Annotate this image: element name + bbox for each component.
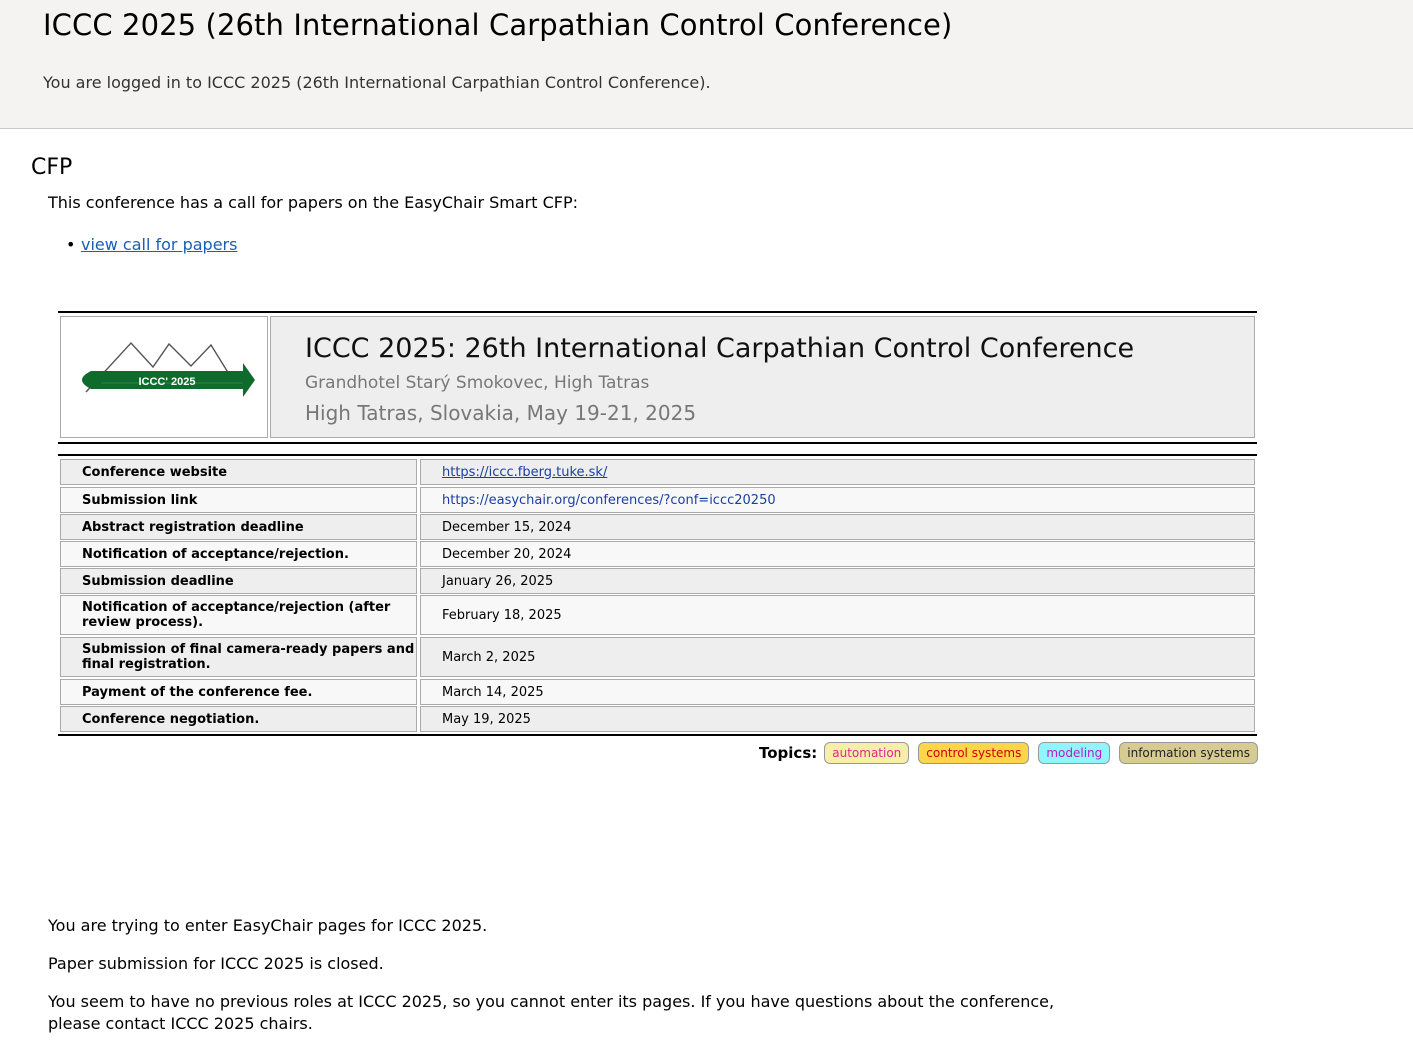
detail-value: December 20, 2024	[420, 541, 1255, 567]
entry-message: You are trying to enter EasyChair pages …	[48, 916, 488, 935]
cfp-intro: This conference has a call for papers on…	[48, 193, 579, 212]
table-row: Abstract registration deadline December …	[58, 514, 1257, 540]
table-row: Payment of the conference fee. March 14,…	[58, 679, 1257, 705]
detail-value: March 2, 2025	[420, 637, 1255, 677]
submission-link[interactable]: https://easychair.org/conferences/?conf=…	[442, 493, 776, 508]
detail-value: February 18, 2025	[420, 595, 1255, 635]
detail-value: December 15, 2024	[420, 514, 1255, 540]
detail-label: Conference negotiation.	[60, 706, 417, 732]
detail-label: Submission deadline	[60, 568, 417, 594]
bullet-icon: •	[66, 235, 76, 254]
conference-info: ICCC 2025: 26th International Carpathian…	[270, 316, 1255, 438]
table-row: Notification of acceptance/rejection (af…	[58, 595, 1257, 635]
conference-website-link[interactable]: https://iccc.fberg.tuke.sk/	[442, 465, 607, 480]
detail-value: https://easychair.org/conferences/?conf=…	[420, 487, 1255, 513]
conference-logo: ICCC' 2025	[60, 316, 268, 438]
detail-label: Notification of acceptance/rejection (af…	[60, 595, 417, 635]
detail-label: Submission link	[60, 487, 417, 513]
table-row: Submission link https://easychair.org/co…	[58, 487, 1257, 513]
conference-location-date: High Tatras, Slovakia, May 19-21, 2025	[305, 401, 697, 425]
detail-label: Submission of final camera-ready papers …	[60, 637, 417, 677]
table-row: Submission of final camera-ready papers …	[58, 637, 1257, 677]
detail-label: Notification of acceptance/rejection.	[60, 541, 417, 567]
topics-label: Topics:	[759, 744, 818, 762]
topic-tag-automation[interactable]: automation	[824, 742, 910, 764]
detail-value: March 14, 2025	[420, 679, 1255, 705]
topic-tag-modeling[interactable]: modeling	[1038, 742, 1111, 764]
detail-label: Abstract registration deadline	[60, 514, 417, 540]
detail-label: Payment of the conference fee.	[60, 679, 417, 705]
detail-value: May 19, 2025	[420, 706, 1255, 732]
view-cfp-link[interactable]: view call for papers	[81, 235, 237, 254]
cfp-heading: CFP	[31, 155, 73, 180]
topics: Topics: automation control systems model…	[759, 742, 1258, 764]
table-row: Conference website https://iccc.fberg.tu…	[58, 459, 1257, 485]
logo-text: ICCC' 2025	[138, 376, 195, 388]
cfp-list: • view call for papers	[66, 235, 237, 254]
submission-closed-message: Paper submission for ICCC 2025 is closed…	[48, 954, 384, 973]
detail-value: January 26, 2025	[420, 568, 1255, 594]
conference-banner: ICCC' 2025 ICCC 2025: 26th International…	[58, 311, 1257, 444]
table-row: Notification of acceptance/rejection. De…	[58, 541, 1257, 567]
table-row: Conference negotiation. May 19, 2025	[58, 706, 1257, 732]
conference-details-table: Conference website https://iccc.fberg.tu…	[58, 454, 1257, 736]
topic-tag-information-systems[interactable]: information systems	[1119, 742, 1258, 764]
login-status: You are logged in to ICCC 2025 (26th Int…	[43, 73, 711, 92]
page-title: ICCC 2025 (26th International Carpathian…	[43, 8, 953, 42]
conference-name: ICCC 2025: 26th International Carpathian…	[305, 333, 1135, 364]
no-roles-message: You seem to have no previous roles at IC…	[48, 992, 1055, 1033]
table-row: Submission deadline January 26, 2025	[58, 568, 1257, 594]
topic-tag-control-systems[interactable]: control systems	[918, 742, 1030, 764]
detail-label: Conference website	[60, 459, 417, 485]
page-header: ICCC 2025 (26th International Carpathian…	[0, 0, 1413, 129]
conference-venue: Grandhotel Starý Smokovec, High Tatras	[305, 373, 650, 393]
detail-value: https://iccc.fberg.tuke.sk/	[420, 459, 1255, 485]
